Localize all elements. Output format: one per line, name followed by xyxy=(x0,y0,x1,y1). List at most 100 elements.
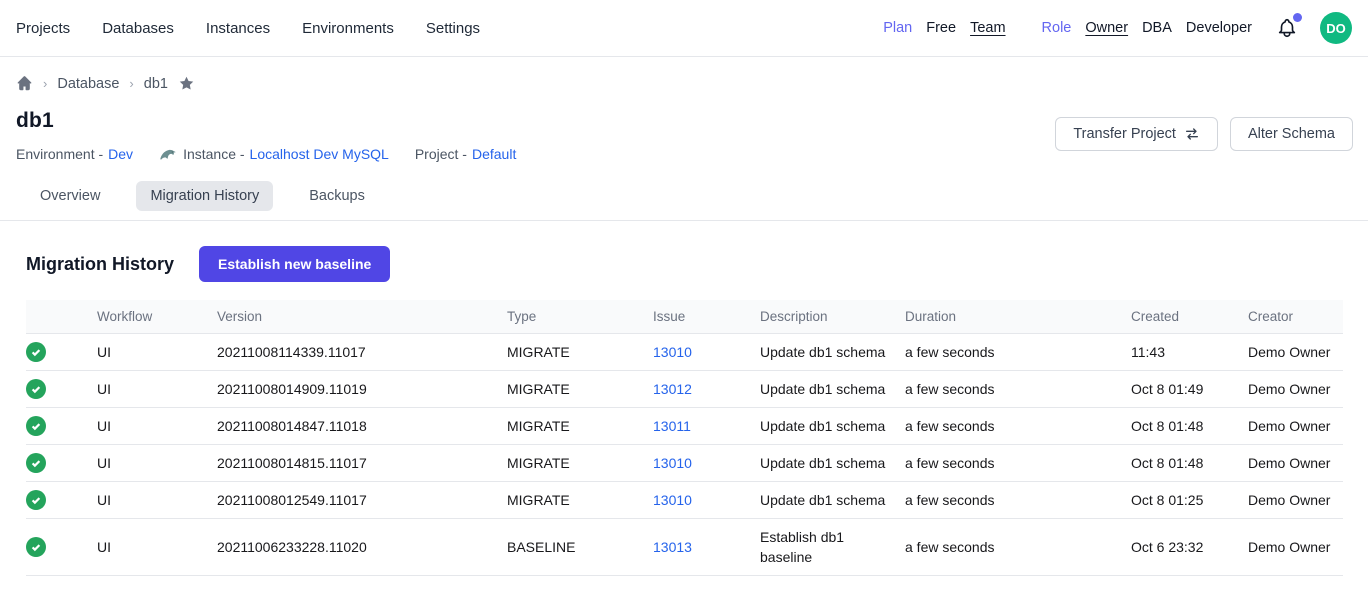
cell-creator: Demo Owner xyxy=(1248,482,1343,519)
cell-duration: a few seconds xyxy=(905,482,1131,519)
success-check-icon xyxy=(26,379,46,399)
table-header-row: Workflow Version Type Issue Description … xyxy=(26,300,1343,334)
issue-link[interactable]: 13010 xyxy=(653,455,692,471)
success-check-icon xyxy=(26,416,46,436)
success-check-icon xyxy=(26,453,46,473)
cell-type: MIGRATE xyxy=(507,334,653,371)
notification-dot xyxy=(1293,13,1302,22)
issue-link[interactable]: 13011 xyxy=(653,418,691,434)
plan-label[interactable]: Plan xyxy=(883,20,912,36)
mysql-dolphin-icon xyxy=(159,147,177,161)
cell-version: 20211008014815.11017 xyxy=(217,445,507,482)
cell-created: Oct 6 23:32 xyxy=(1131,519,1248,576)
cell-workflow: UI xyxy=(97,519,217,576)
cell-version: 20211008014909.11019 xyxy=(217,371,507,408)
cell-workflow: UI xyxy=(97,482,217,519)
cell-description: Update db1 schema xyxy=(760,334,905,371)
breadcrumb-separator-icon: › xyxy=(43,76,47,91)
col-header-workflow: Workflow xyxy=(97,300,217,334)
transfer-project-label: Transfer Project xyxy=(1073,126,1176,142)
table-row[interactable]: UI 20211008014909.11019 MIGRATE 13012 Up… xyxy=(26,371,1343,408)
tab-backups[interactable]: Backups xyxy=(295,181,379,211)
environment-link[interactable]: Dev xyxy=(108,146,133,162)
project-link[interactable]: Default xyxy=(472,146,516,162)
transfer-swap-icon xyxy=(1184,126,1200,142)
tab-migration-history[interactable]: Migration History xyxy=(136,181,273,211)
cell-type: MIGRATE xyxy=(507,371,653,408)
cell-creator: Demo Owner xyxy=(1248,445,1343,482)
instance-label: Instance - xyxy=(183,146,244,162)
breadcrumb-db1: db1 xyxy=(144,76,168,92)
notification-bell-icon[interactable] xyxy=(1274,15,1300,41)
cell-created: 11:43 xyxy=(1131,334,1248,371)
breadcrumb-database[interactable]: Database xyxy=(57,76,119,92)
breadcrumb-separator-icon: › xyxy=(129,76,133,91)
favorite-star-icon[interactable] xyxy=(178,75,195,92)
cell-version: 20211008014847.11018 xyxy=(217,408,507,445)
top-nav: Projects Databases Instances Environment… xyxy=(0,0,1368,57)
role-option-developer[interactable]: Developer xyxy=(1186,20,1252,36)
nav-links: Projects Databases Instances Environment… xyxy=(16,20,480,37)
role-option-owner[interactable]: Owner xyxy=(1085,20,1128,36)
nav-item-databases[interactable]: Databases xyxy=(102,20,174,37)
cell-duration: a few seconds xyxy=(905,445,1131,482)
issue-link[interactable]: 13012 xyxy=(653,381,692,397)
col-header-type: Type xyxy=(507,300,653,334)
cell-creator: Demo Owner xyxy=(1248,371,1343,408)
transfer-project-button[interactable]: Transfer Project xyxy=(1055,117,1218,151)
cell-created: Oct 8 01:48 xyxy=(1131,445,1248,482)
establish-new-baseline-button[interactable]: Establish new baseline xyxy=(199,246,390,282)
breadcrumb: › Database › db1 xyxy=(16,75,1352,92)
table-row[interactable]: UI 20211008014815.11017 MIGRATE 13010 Up… xyxy=(26,445,1343,482)
role-label[interactable]: Role xyxy=(1042,20,1072,36)
cell-description: Update db1 schema xyxy=(760,482,905,519)
issue-link[interactable]: 13013 xyxy=(653,539,692,555)
project-label: Project - xyxy=(415,146,467,162)
home-icon[interactable] xyxy=(16,75,33,92)
nav-item-settings[interactable]: Settings xyxy=(426,20,480,37)
issue-link[interactable]: 13010 xyxy=(653,492,692,508)
cell-type: MIGRATE xyxy=(507,408,653,445)
success-check-icon xyxy=(26,537,46,557)
cell-duration: a few seconds xyxy=(905,334,1131,371)
nav-item-instances[interactable]: Instances xyxy=(206,20,270,37)
cell-creator: Demo Owner xyxy=(1248,334,1343,371)
tab-overview[interactable]: Overview xyxy=(26,181,114,211)
section-title: Migration History xyxy=(26,254,174,275)
nav-item-projects[interactable]: Projects xyxy=(16,20,70,37)
migration-history-table: Workflow Version Type Issue Description … xyxy=(26,300,1343,576)
table-row[interactable]: UI 20211008012549.11017 MIGRATE 13010 Up… xyxy=(26,482,1343,519)
table-row[interactable]: UI 20211006233228.11020 BASELINE 13013 E… xyxy=(26,519,1343,576)
cell-type: MIGRATE xyxy=(507,445,653,482)
col-header-status xyxy=(26,300,97,334)
cell-duration: a few seconds xyxy=(905,519,1131,576)
cell-duration: a few seconds xyxy=(905,371,1131,408)
alter-schema-button[interactable]: Alter Schema xyxy=(1230,117,1353,151)
cell-description: Establish db1 baseline xyxy=(760,519,905,576)
table-row[interactable]: UI 20211008114339.11017 MIGRATE 13010 Up… xyxy=(26,334,1343,371)
cell-version: 20211008012549.11017 xyxy=(217,482,507,519)
col-header-duration: Duration xyxy=(905,300,1131,334)
cell-created: Oct 8 01:49 xyxy=(1131,371,1248,408)
plan-option-free[interactable]: Free xyxy=(926,20,956,36)
table-row[interactable]: UI 20211008014847.11018 MIGRATE 13011 Up… xyxy=(26,408,1343,445)
issue-link[interactable]: 13010 xyxy=(653,344,692,360)
cell-type: BASELINE xyxy=(507,519,653,576)
cell-type: MIGRATE xyxy=(507,482,653,519)
cell-workflow: UI xyxy=(97,408,217,445)
alter-schema-label: Alter Schema xyxy=(1248,126,1335,142)
plan-option-team[interactable]: Team xyxy=(970,20,1005,36)
database-tabs: Overview Migration History Backups xyxy=(0,181,1368,221)
migration-history-section-header: Migration History Establish new baseline xyxy=(0,221,1368,282)
cell-creator: Demo Owner xyxy=(1248,408,1343,445)
role-option-dba[interactable]: DBA xyxy=(1142,20,1172,36)
success-check-icon xyxy=(26,490,46,510)
nav-item-environments[interactable]: Environments xyxy=(302,20,394,37)
instance-link[interactable]: Localhost Dev MySQL xyxy=(250,146,389,162)
cell-description: Update db1 schema xyxy=(760,408,905,445)
avatar[interactable]: DO xyxy=(1320,12,1352,44)
success-check-icon xyxy=(26,342,46,362)
page-header: › Database › db1 db1 Environment - Dev I… xyxy=(0,57,1368,162)
cell-created: Oct 8 01:25 xyxy=(1131,482,1248,519)
cell-version: 20211006233228.11020 xyxy=(217,519,507,576)
